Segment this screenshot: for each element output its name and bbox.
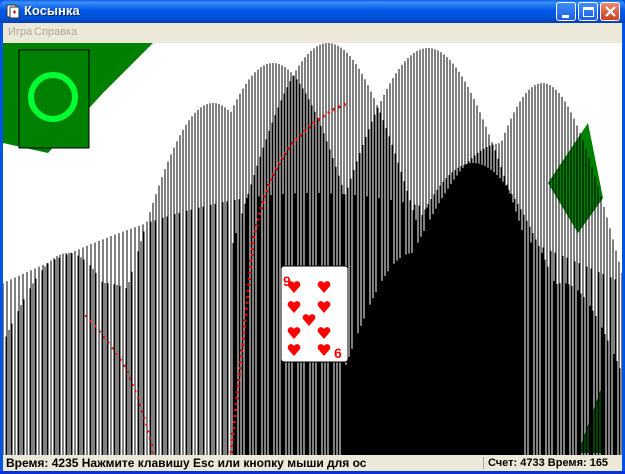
menu-help[interactable]: Справка (34, 26, 77, 38)
minimize-button[interactable] (556, 2, 576, 21)
close-button[interactable] (600, 2, 620, 21)
maximize-icon (583, 7, 594, 17)
menu-bar: Игра Справка (3, 23, 622, 43)
window-title: Косынка (24, 3, 80, 18)
menu-game[interactable]: Игра (8, 26, 32, 38)
card-rank-bottom: 6 (334, 345, 342, 361)
close-icon (605, 6, 616, 17)
minimize-icon (562, 15, 569, 18)
status-bar: Время: 4235 Нажмите клавишу Esc или кноп… (3, 455, 622, 471)
status-score: Счет: 4733 Время: 165 (483, 457, 622, 469)
solitaire-window: Косынка Игра Справка 9 6 Время: 4235 Наж… (0, 0, 625, 474)
game-board[interactable]: 9 6 (3, 43, 622, 455)
stock-pile[interactable] (18, 49, 90, 149)
card-cascade-artwork: 9 6 (3, 43, 622, 455)
card-cascade-group (3, 43, 622, 455)
title-bar[interactable]: Косынка (0, 0, 625, 23)
status-message: Время: 4235 Нажмите клавишу Esc или кноп… (6, 456, 367, 470)
nine-of-hearts-card[interactable]: 9 6 (280, 265, 349, 363)
maximize-button[interactable] (578, 2, 598, 21)
solitaire-card-icon (6, 4, 20, 19)
